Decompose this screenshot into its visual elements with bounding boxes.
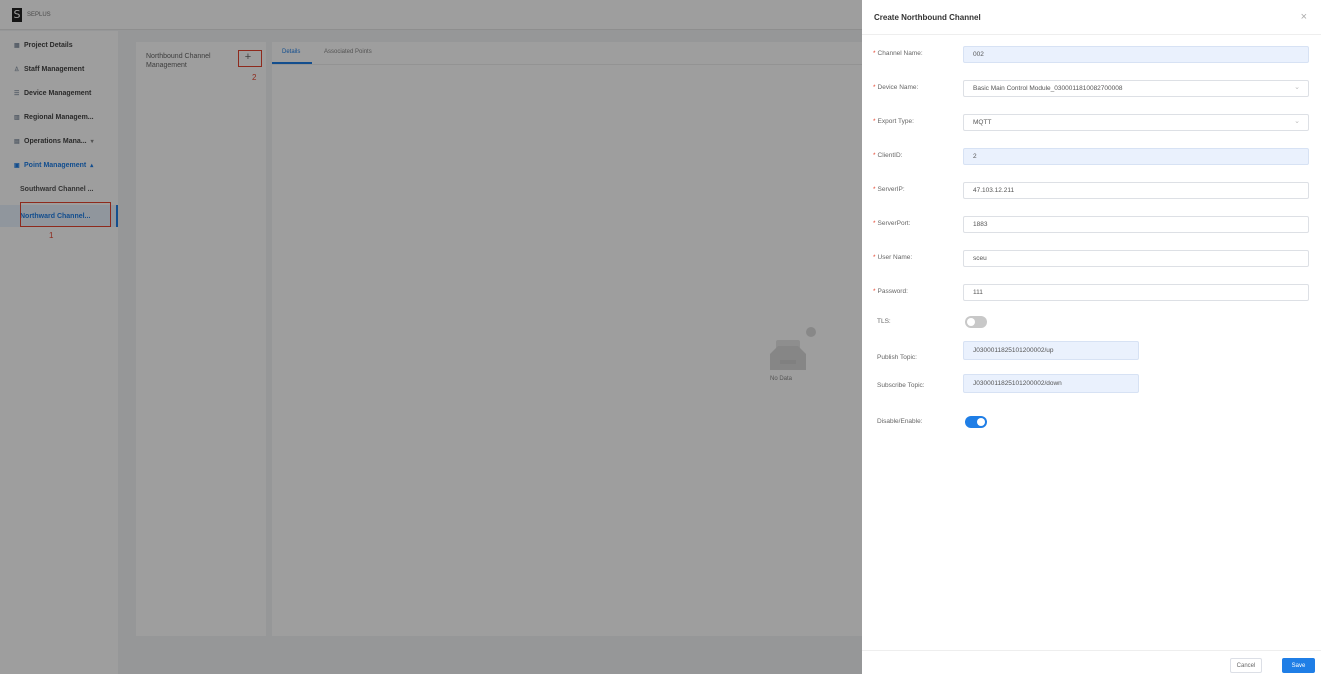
required-mark: * — [873, 50, 876, 57]
drawer-footer-divider — [862, 650, 1321, 651]
required-mark: * — [873, 288, 876, 295]
export-type-select[interactable]: MQTT — [963, 114, 1309, 131]
label-text: ClientID: — [877, 152, 903, 159]
channel-name-label: * Channel Name: — [873, 50, 953, 57]
required-mark: * — [873, 254, 876, 261]
password-input[interactable]: 111 — [963, 284, 1309, 301]
channel-name-input[interactable]: 002 — [963, 46, 1309, 63]
toggle-knob — [977, 418, 985, 426]
tls-toggle[interactable] — [965, 316, 987, 328]
save-button[interactable]: Save — [1282, 658, 1315, 673]
password-label: * Password: — [873, 288, 953, 295]
server-port-label: * ServerPort: — [873, 220, 953, 227]
server-port-input[interactable]: 1883 — [963, 216, 1309, 233]
close-icon[interactable]: × — [1301, 11, 1307, 23]
label-text: Channel Name: — [877, 50, 923, 57]
client-id-input[interactable]: 2 — [963, 148, 1309, 165]
device-name-select[interactable]: Basic Main Control Module_03000118100827… — [963, 80, 1309, 97]
toggle-knob — [967, 318, 975, 326]
server-ip-label: * ServerIP: — [873, 186, 953, 193]
publish-topic-label: Publish Topic: — [877, 354, 917, 361]
enable-label: Disable/Enable: — [877, 418, 923, 425]
required-mark: * — [873, 152, 876, 159]
create-channel-drawer: Create Northbound Channel × * Channel Nam… — [862, 0, 1321, 674]
drawer-header-divider — [862, 34, 1321, 35]
subscribe-topic-input[interactable]: J0300011825101200002/down — [963, 374, 1139, 393]
enable-toggle[interactable] — [965, 416, 987, 428]
cancel-button[interactable]: Cancel — [1230, 658, 1262, 673]
label-text: Device Name: — [877, 84, 919, 91]
device-name-label: * Device Name: — [873, 84, 953, 91]
label-text: ServerIP: — [877, 186, 905, 193]
publish-topic-input[interactable]: J0300011825101200002/up — [963, 341, 1139, 360]
label-text: User Name: — [877, 254, 913, 261]
export-type-label: * Export Type: — [873, 118, 953, 125]
label-text: ServerPort: — [877, 220, 911, 227]
label-text: Export Type: — [877, 118, 914, 125]
tls-label: TLS: — [877, 318, 891, 325]
required-mark: * — [873, 84, 876, 91]
drawer-title: Create Northbound Channel — [874, 13, 981, 22]
required-mark: * — [873, 220, 876, 227]
required-mark: * — [873, 118, 876, 125]
user-name-input[interactable]: sceu — [963, 250, 1309, 267]
subscribe-topic-label: Subscribe Topic: — [877, 382, 925, 389]
user-name-label: * User Name: — [873, 254, 953, 261]
client-id-label: * ClientID: — [873, 152, 953, 159]
label-text: Password: — [877, 288, 908, 295]
server-ip-input[interactable]: 47.103.12.211 — [963, 182, 1309, 199]
required-mark: * — [873, 186, 876, 193]
modal-overlay[interactable] — [0, 0, 862, 674]
